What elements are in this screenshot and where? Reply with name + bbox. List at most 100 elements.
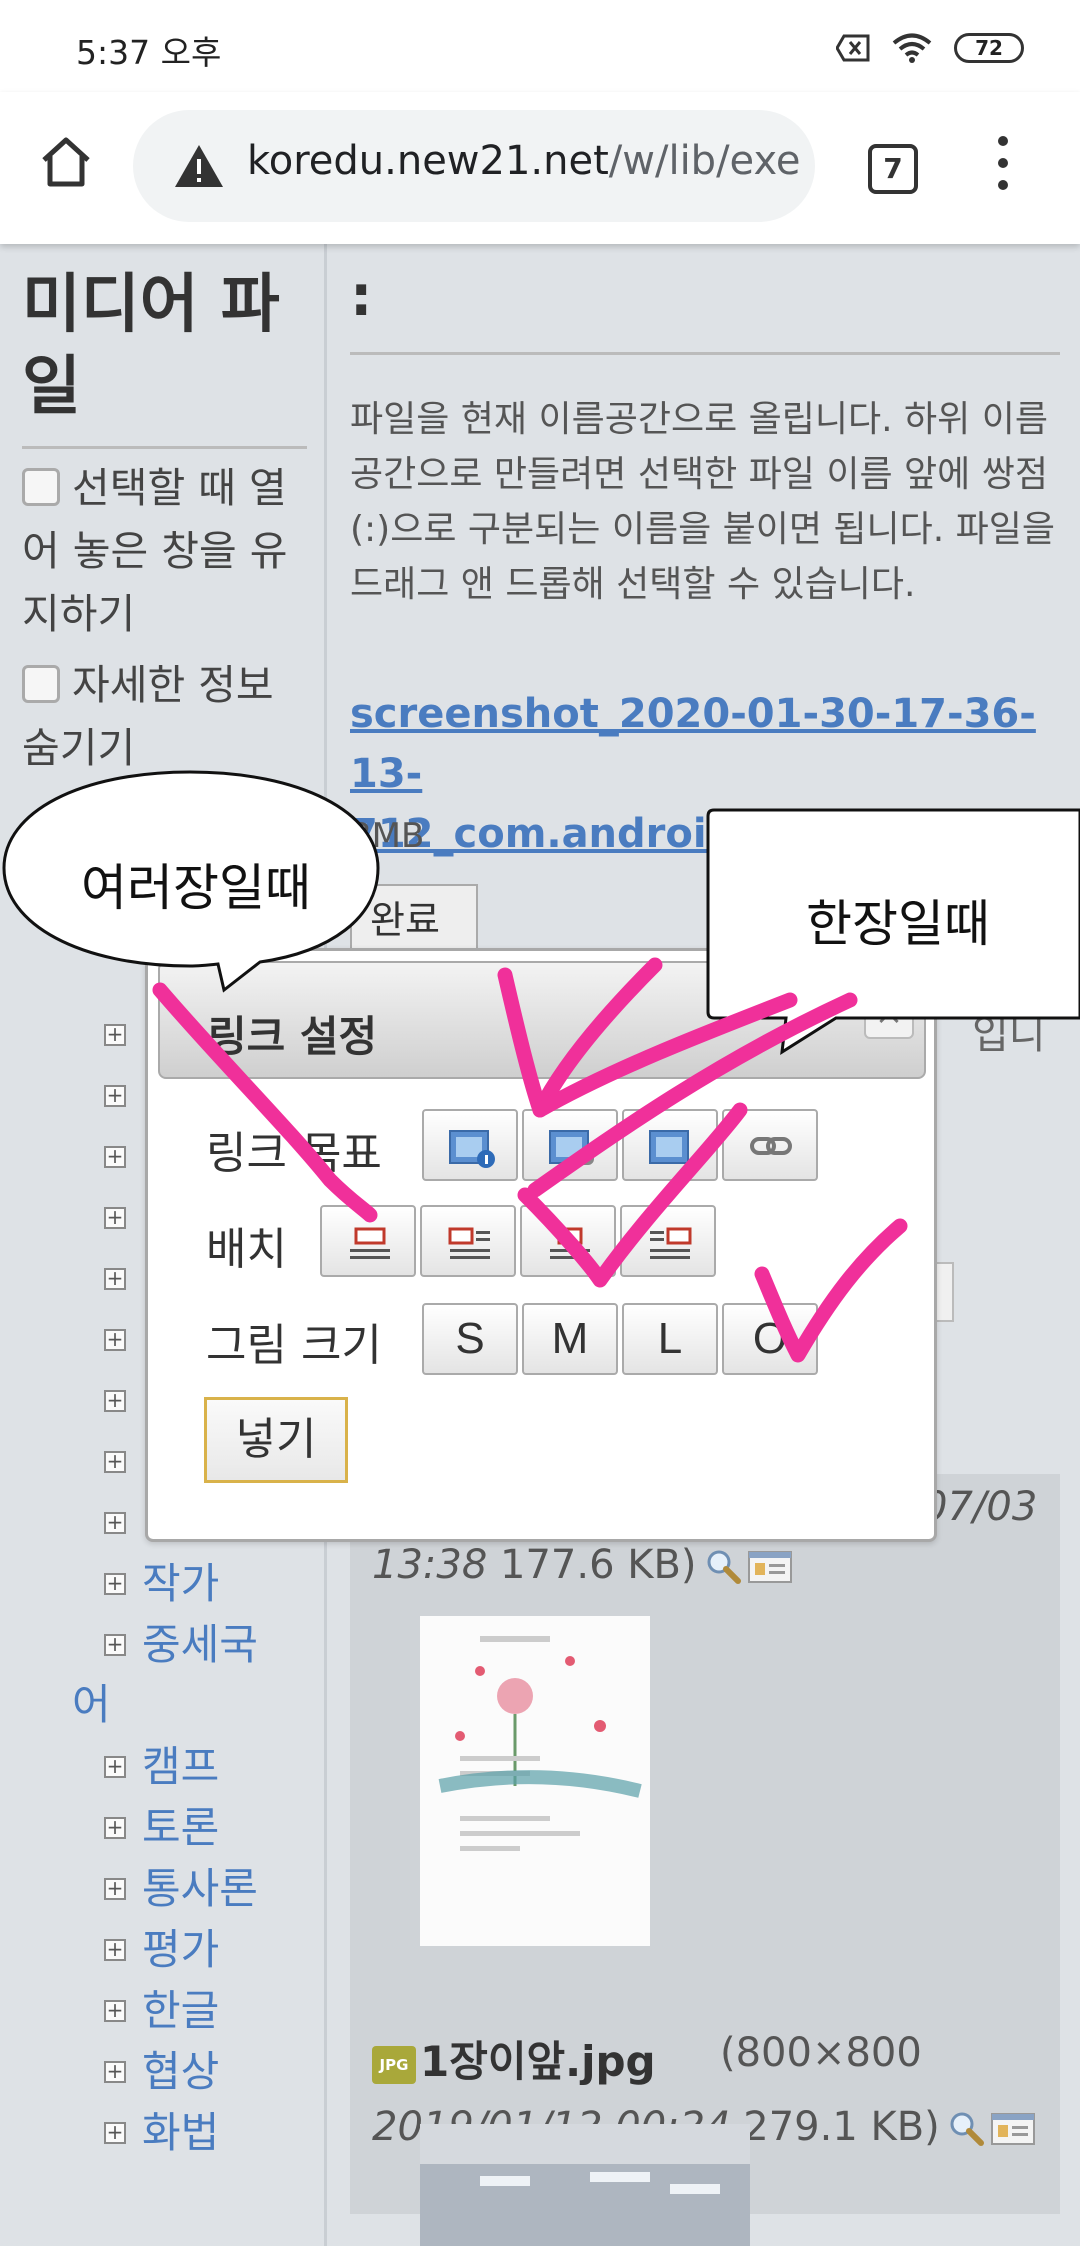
option-keep-open[interactable]: 선택할 때 열어 놓은 창을 유지하기 bbox=[22, 457, 307, 646]
tab-switcher-button[interactable]: 7 bbox=[868, 144, 918, 194]
tree-item-hangul[interactable]: + 한글 bbox=[104, 1980, 324, 2041]
size-label: 그림 크기 bbox=[206, 1320, 382, 1371]
align-center-icon bbox=[550, 1227, 590, 1259]
tree-link[interactable]: 중세국 bbox=[142, 1615, 258, 1675]
sidebar-title: 미디어 파일 bbox=[22, 264, 307, 449]
entry-meta: 13:38 177.6 KB) bbox=[372, 1542, 793, 1588]
image-info-icon bbox=[449, 1130, 495, 1168]
align-left-icon bbox=[448, 1227, 490, 1259]
wifi-icon bbox=[892, 33, 932, 63]
warning-icon[interactable] bbox=[173, 142, 225, 190]
tree-item-medieval[interactable]: + 중세국 bbox=[104, 1614, 324, 1675]
align-none-icon bbox=[350, 1227, 390, 1259]
tree-item-speech[interactable]: + 화법 bbox=[104, 2102, 324, 2163]
expand-icon[interactable]: + bbox=[104, 1389, 126, 1412]
thumbnail-art bbox=[420, 2124, 750, 2246]
hide-details-checkbox[interactable] bbox=[22, 665, 60, 703]
namespace-heading: : bbox=[350, 264, 373, 329]
entry-date: 07/03 bbox=[922, 1484, 1038, 1530]
expand-icon[interactable]: + bbox=[104, 1633, 126, 1656]
size-medium-button[interactable]: M bbox=[522, 1303, 618, 1375]
media-entry-title[interactable]: JPG 1장이앞.jpg bbox=[372, 2028, 656, 2089]
image-icon bbox=[649, 1130, 689, 1164]
status-bar: 5:37 오후 72 bbox=[0, 0, 1080, 92]
expand-icon[interactable]: + bbox=[104, 1023, 126, 1046]
tree-item-debate[interactable]: + 토론 bbox=[104, 1797, 324, 1858]
expand-icon[interactable]: + bbox=[104, 1511, 126, 1534]
tree-link[interactable]: 한글 bbox=[142, 1981, 219, 2041]
align-right-button[interactable] bbox=[620, 1205, 716, 1277]
expand-icon[interactable]: + bbox=[104, 1145, 126, 1168]
expand-icon[interactable]: + bbox=[104, 1999, 126, 2022]
no-link-button[interactable] bbox=[622, 1109, 718, 1181]
url-host: koredu.new21.net bbox=[247, 138, 609, 184]
option-hide-details[interactable]: 자세한 정보 숨기기 bbox=[22, 654, 307, 780]
image-thumbnail[interactable] bbox=[420, 2124, 750, 2246]
tree-item-camp[interactable]: + 캠프 bbox=[104, 1736, 324, 1797]
battery-indicator: 72 bbox=[954, 33, 1024, 63]
image-link-icon bbox=[549, 1130, 594, 1165]
url-path: /w/lib/exe bbox=[608, 138, 801, 184]
tree-link[interactable]: 토론 bbox=[142, 1798, 219, 1858]
thumbnail-art bbox=[420, 1616, 650, 1946]
magnifier-icon[interactable] bbox=[948, 2110, 984, 2146]
align-none-button[interactable] bbox=[320, 1205, 416, 1277]
link-direct-button[interactable] bbox=[522, 1109, 618, 1181]
tree-item-evaluation[interactable]: + 평가 bbox=[104, 1919, 324, 1980]
expand-icon[interactable]: + bbox=[104, 1816, 126, 1839]
insert-button[interactable]: 넣기 bbox=[204, 1397, 348, 1483]
sidebar: 미디어 파일 선택할 때 열어 놓은 창을 유지하기 자세한 정보 숨기기 bbox=[22, 264, 307, 780]
keep-open-label: 선택할 때 열어 놓은 창을 유지하기 bbox=[22, 464, 288, 638]
expand-icon[interactable]: + bbox=[104, 1267, 126, 1290]
tree-item-writer[interactable]: + 작가 bbox=[104, 1553, 324, 1614]
keep-open-checkbox[interactable] bbox=[22, 468, 60, 506]
align-right-icon bbox=[650, 1227, 692, 1259]
jpg-file-icon: JPG bbox=[372, 2045, 416, 2084]
url-text[interactable]: koredu.new21.net/w/lib/exe bbox=[247, 138, 801, 184]
expand-icon[interactable]: + bbox=[104, 1084, 126, 1107]
expand-icon[interactable]: + bbox=[104, 1206, 126, 1229]
tree-item-negotiation[interactable]: + 협상 bbox=[104, 2041, 324, 2102]
expand-icon[interactable]: + bbox=[104, 1755, 126, 1778]
align-left-button[interactable] bbox=[420, 1205, 516, 1277]
tree-link[interactable]: 화법 bbox=[142, 2103, 219, 2163]
details-card-icon[interactable] bbox=[990, 2110, 1036, 2148]
home-icon bbox=[42, 137, 90, 187]
expand-icon[interactable]: + bbox=[104, 1938, 126, 1961]
tree-link[interactable]: 협상 bbox=[142, 2042, 219, 2102]
dialog-title: 링크 설정 bbox=[208, 1012, 378, 1061]
entry-filename[interactable]: 1장이앞.jpg bbox=[420, 2037, 656, 2086]
link-detail-button[interactable] bbox=[422, 1109, 518, 1181]
tree-link[interactable]: 캠프 bbox=[142, 1737, 219, 1797]
expand-icon[interactable]: + bbox=[104, 1328, 126, 1351]
bubble-left-text: 여러장일때 bbox=[81, 859, 311, 917]
sim-blocked-icon bbox=[836, 34, 870, 62]
align-center-button[interactable] bbox=[520, 1205, 616, 1277]
heading-rule bbox=[350, 352, 1060, 355]
link-only-button[interactable] bbox=[722, 1109, 818, 1181]
expand-icon[interactable]: + bbox=[104, 1877, 126, 1900]
overflow-menu-icon[interactable] bbox=[990, 136, 1016, 200]
tree-link[interactable]: 평가 bbox=[142, 1920, 219, 1980]
link-target-label: 링크 목표 bbox=[206, 1128, 382, 1179]
entry-dimensions: (800×800 bbox=[720, 2030, 922, 2076]
magnifier-icon[interactable] bbox=[705, 1548, 741, 1584]
entry-size: 177.6 KB) bbox=[500, 1542, 697, 1588]
size-large-button[interactable]: L bbox=[622, 1303, 718, 1375]
expand-icon[interactable]: + bbox=[104, 2121, 126, 2144]
expand-icon[interactable]: + bbox=[104, 1450, 126, 1473]
home-button[interactable] bbox=[36, 132, 96, 192]
size-original-button[interactable]: O bbox=[722, 1303, 818, 1375]
align-label: 배치 bbox=[206, 1224, 287, 1275]
expand-icon[interactable]: + bbox=[104, 1572, 126, 1595]
details-card-icon[interactable] bbox=[747, 1548, 793, 1586]
image-thumbnail[interactable] bbox=[420, 1616, 650, 1946]
tree-link[interactable]: 작가 bbox=[142, 1554, 219, 1614]
address-bar[interactable]: koredu.new21.net/w/lib/exe bbox=[133, 110, 815, 222]
tree-link[interactable]: 통사론 bbox=[142, 1859, 258, 1919]
tree-item-syntax[interactable]: + 통사론 bbox=[104, 1858, 324, 1919]
expand-icon[interactable]: + bbox=[104, 2060, 126, 2083]
status-icons: 72 bbox=[836, 30, 1024, 66]
size-small-button[interactable]: S bbox=[422, 1303, 518, 1375]
tree-link-wrap[interactable]: 어 bbox=[72, 1675, 324, 1736]
